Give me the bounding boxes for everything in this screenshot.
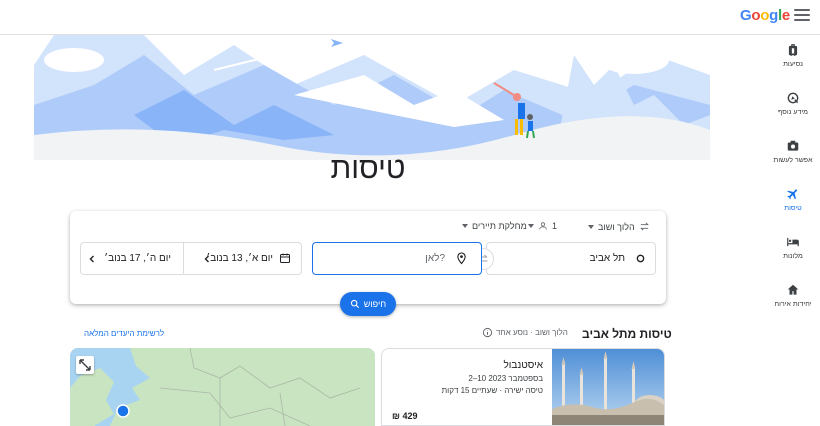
logo-letter: e [781,7,790,24]
destination-card[interactable]: איסטנבול 2–10 בספטמבר 2023 טיסה ישירה · … [381,348,665,426]
rail-item-label: מידע נוסף [778,109,808,116]
trip-type-value: הלוך ושוב [598,221,635,232]
origin-circle-icon [636,254,645,263]
destination-price: ₪ 429 [392,411,418,421]
main-menu-button[interactable] [794,9,810,23]
date-range-field[interactable]: יום א׳, 13 בנוב׳ יום ה׳, 17 בנוב׳ [80,242,302,275]
search-button-label: חיפוש [363,299,387,309]
passengers-select[interactable]: 1 [528,221,557,231]
logo-letter: o [760,7,770,24]
chevron-left-icon[interactable] [202,254,212,264]
date-divider [183,242,184,275]
section-subtitle: הלוך ושוב · נוסע אחד [496,328,568,337]
origin-field[interactable]: תל אביב [486,242,656,275]
logo-letter: g [769,7,778,24]
rail-item-explore[interactable]: מידע נוסף [766,91,820,135]
rail-item-label: טיסות [784,205,802,212]
cabin-class-select[interactable]: מחלקת תיירים [462,221,527,231]
dropdown-caret-icon [528,224,534,228]
rail-item-hotels[interactable]: מלונות [766,235,820,279]
destination-field[interactable]: לאן? [312,242,482,275]
location-pin-icon [457,252,466,265]
return-date-value[interactable]: יום ה׳, 17 בנוב׳ [104,253,171,264]
logo-letter: o [751,7,761,24]
explore-icon [787,92,799,104]
house-icon [787,284,799,295]
full-destinations-link[interactable]: לרשימת היעדים המלאה [84,329,164,338]
calendar-icon [280,253,290,263]
rail-item-label: יחידות אירוח [774,301,812,308]
passengers-value: 1 [552,221,558,231]
trip-type-select[interactable]: הלוך ושוב [588,221,650,232]
rail-item-trips[interactable]: נסיעות [766,43,820,87]
page-title: טיסות [330,152,406,185]
side-navigation-rail: נסיעות מידע נוסף אפשר לעשות טיסות מלונות… [766,35,820,426]
destination-name: איסטנבול [503,360,543,371]
info-icon[interactable] [482,327,493,338]
rail-item-label: אפשר לעשות [773,157,813,164]
destination-dates: 2–10 בספטמבר 2023 [468,374,543,383]
dropdown-caret-icon [588,224,594,229]
section-title: טיסות מתל אביב [582,327,672,341]
destination-flight-info: טיסה ישירה · שעתיים 15 דקות [441,386,543,395]
cabin-class-value: מחלקת תיירים [472,221,527,231]
origin-value: תל אביב [589,253,625,264]
rail-item-vacation-rentals[interactable]: יחידות אירוח [766,283,820,327]
plane-icon [787,189,798,200]
destinations-map[interactable] [70,348,375,426]
dropdown-caret-icon [462,224,468,228]
search-icon [350,299,359,309]
rail-item-flights[interactable]: טיסות [766,187,820,231]
destination-placeholder: לאן? [425,253,445,264]
search-button[interactable]: חיפוש [340,292,396,316]
map-location-marker[interactable] [116,404,130,418]
rail-item-label: מלונות [783,253,803,260]
swap-arrows-icon [639,222,649,231]
expand-icon [79,359,91,371]
expand-map-button[interactable] [76,356,94,374]
logo-letter: G [740,7,752,24]
hero-illustration [34,35,710,160]
rail-item-things-to-do[interactable]: אפשר לעשות [766,139,820,183]
suitcase-icon [788,44,798,56]
flight-search-panel: מחלקת תיירים 1 הלוך ושוב תל אביב לאן? יו… [70,211,666,316]
depart-date-value[interactable]: יום א׳, 13 בנוב׳ [206,253,273,264]
top-app-bar: Google [0,0,820,35]
person-icon [539,222,547,230]
camera-icon [787,140,799,151]
chevron-left-icon[interactable] [87,254,97,264]
istanbul-photo [552,349,664,425]
bed-icon [787,237,799,247]
google-logo[interactable]: Google [740,7,790,24]
rail-item-label: נסיעות [783,61,803,68]
